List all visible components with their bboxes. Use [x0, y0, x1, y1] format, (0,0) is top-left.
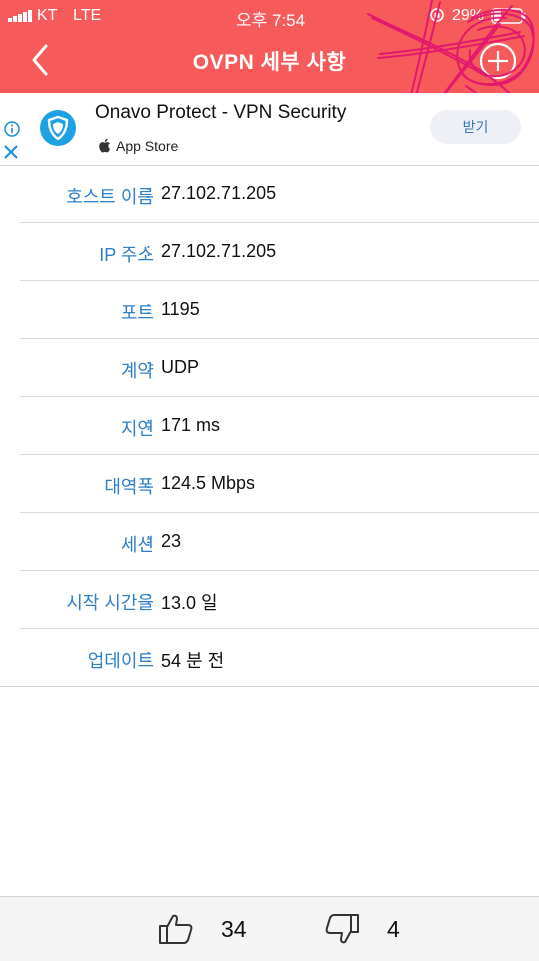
detail-value: 27.102.71.205	[161, 183, 277, 203]
network-label: LTE	[73, 7, 102, 24]
clock: 오후 7:54	[236, 11, 306, 30]
detail-row-protocol: 계약 : UDP	[20, 339, 539, 397]
close-icon[interactable]	[3, 144, 19, 160]
detail-label: 업데이트	[87, 651, 154, 671]
detail-row-ip: IP 주소 : 27.102.71.205	[20, 223, 539, 281]
detail-value: 27.102.71.205	[161, 241, 277, 261]
detail-row-hostname: 호스트 이름 : 27.102.71.205	[20, 165, 539, 223]
app-shield-icon[interactable]	[40, 110, 76, 146]
signal-icon	[8, 10, 32, 22]
carrier-label: KT	[37, 7, 58, 24]
detail-value: 13.0 일	[161, 593, 218, 613]
detail-row-bandwidth: 대역폭 : 124.5 Mbps	[20, 455, 539, 513]
navigation-bar: OVPN 세부 사항	[0, 30, 539, 93]
detail-value: 54 분 전	[161, 651, 225, 671]
battery-icon	[491, 8, 526, 24]
detail-row-sessions: 세션 : 23	[20, 513, 539, 571]
info-icon[interactable]	[4, 121, 20, 137]
app-header: KT LTE 오후 7:54 29% OVPN 세부 사항	[0, 0, 539, 93]
detail-row-port: 포트 : 1195	[20, 281, 539, 339]
detail-row-updated: 업데이트 : 54 분 전	[0, 629, 539, 687]
detail-value: UDP	[161, 357, 200, 377]
get-app-button[interactable]: 받기	[430, 110, 521, 144]
server-details-list: 호스트 이름 : 27.102.71.205 IP 주소 : 27.102.71…	[0, 165, 539, 687]
battery-percent: 29%	[452, 7, 485, 24]
downvote-count: 4	[387, 916, 400, 942]
detail-value: 171 ms	[161, 415, 221, 435]
detail-value: 1195	[161, 299, 200, 319]
ad-title[interactable]: Onavo Protect - VPN Security	[95, 102, 346, 124]
app-store-label: App Store	[116, 138, 179, 154]
thumbs-up-icon[interactable]	[158, 913, 194, 945]
detail-row-uptime: 시작 시간을 : 13.0 일	[20, 571, 539, 629]
detail-value: 23	[161, 531, 182, 551]
add-button[interactable]	[478, 41, 518, 81]
thumbs-down-icon[interactable]	[324, 913, 360, 945]
apple-icon	[99, 138, 110, 153]
page-title: OVPN 세부 사항	[192, 51, 347, 74]
detail-value: 124.5 Mbps	[161, 473, 256, 493]
status-bar: KT LTE 오후 7:54 29%	[0, 0, 539, 30]
orientation-lock-icon	[430, 8, 444, 22]
ad-banner[interactable]: Onavo Protect - VPN Security App Store 받…	[0, 93, 539, 166]
detail-label: 시작 시간을	[66, 593, 154, 613]
upvote-count: 34	[221, 916, 247, 942]
detail-label: 호스트 이름	[66, 187, 154, 207]
detail-row-latency: 지연 : 171 ms	[20, 397, 539, 455]
vote-bar: 34 4	[0, 896, 539, 961]
